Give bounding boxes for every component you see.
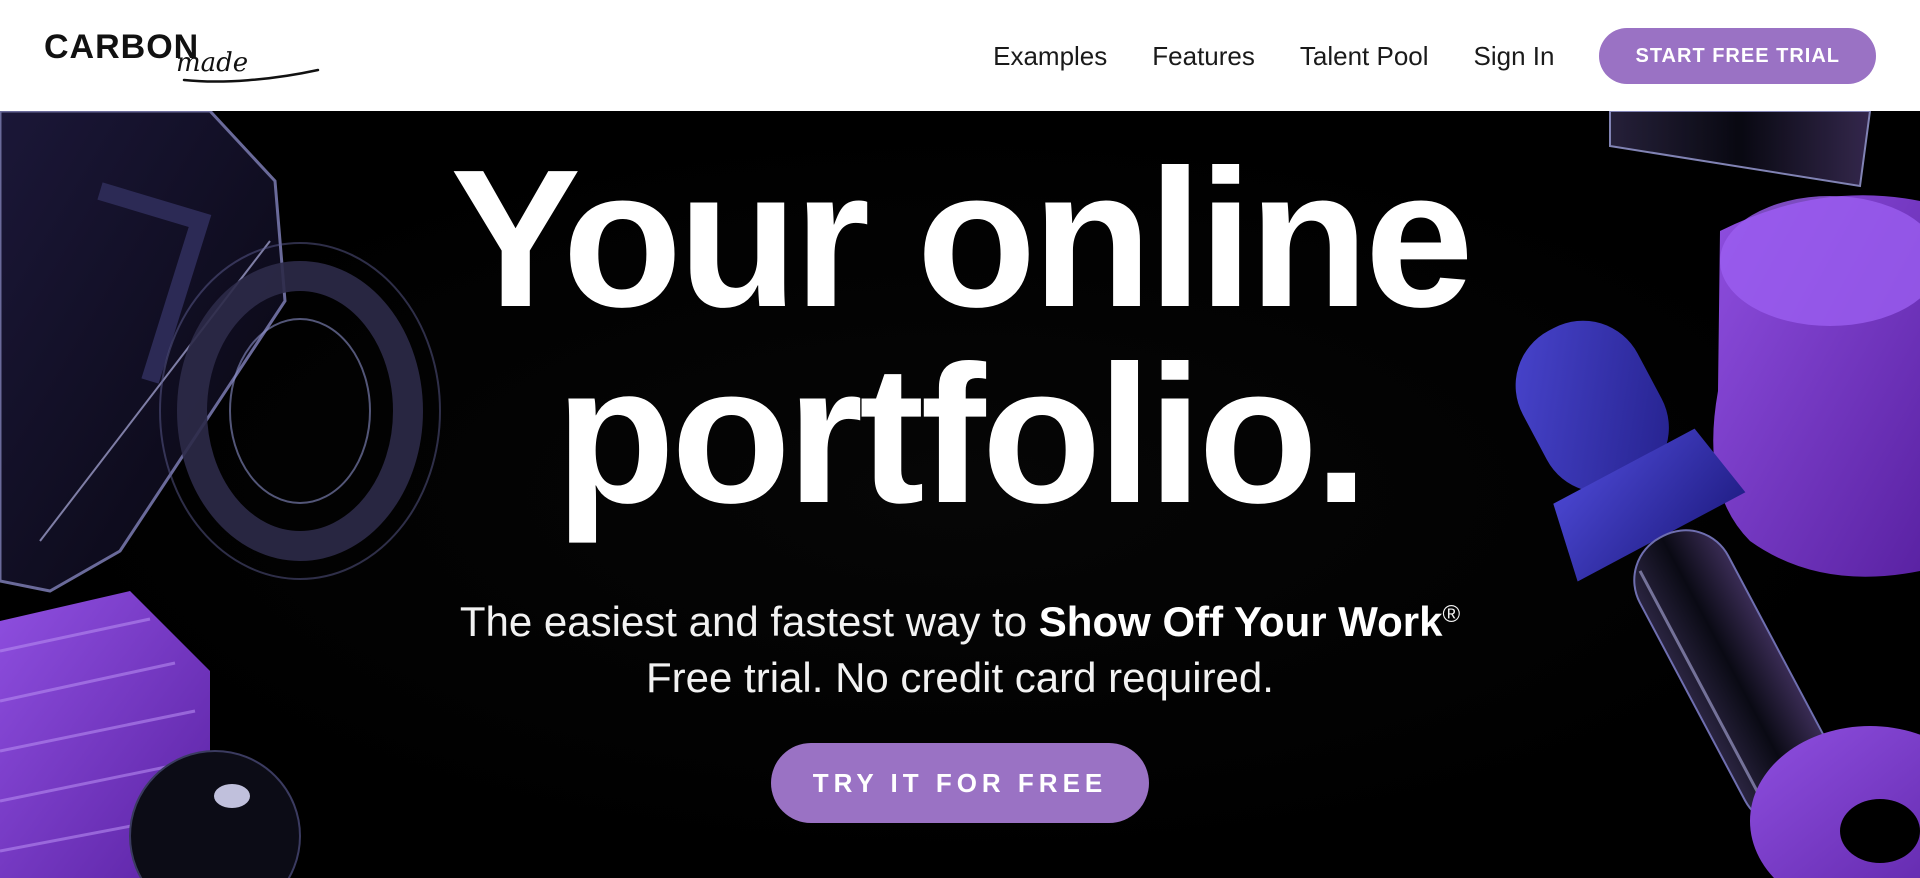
hero-section: Your online portfolio. The easiest and f… <box>0 111 1920 878</box>
headline-line-2: portfolio. <box>555 325 1368 544</box>
subline-row-1: The easiest and fastest way to Show Off … <box>0 587 1920 650</box>
main-nav: Examples Features Talent Pool Sign In ST… <box>993 28 1876 84</box>
hero-subline: The easiest and fastest way to Show Off … <box>0 587 1920 706</box>
nav-talent-pool[interactable]: Talent Pool <box>1300 41 1429 72</box>
registered-mark: ® <box>1442 601 1461 628</box>
site-header: CARBON made Examples Features Talent Poo… <box>0 0 1920 111</box>
start-free-trial-button[interactable]: START FREE TRIAL <box>1599 28 1876 84</box>
hero-headline: Your online portfolio. <box>0 141 1920 533</box>
try-it-for-free-button[interactable]: TRY IT FOR FREE <box>771 743 1149 823</box>
headline-line-1: Your online <box>450 129 1473 348</box>
subline-prefix: The easiest and fastest way to <box>459 598 1039 645</box>
logo-swash-icon <box>182 68 320 83</box>
nav-features[interactable]: Features <box>1152 41 1255 72</box>
subline-emphasis: Show Off Your Work <box>1038 598 1443 645</box>
subline-row-2: Free trial. No credit card required. <box>646 654 1274 701</box>
carbonmade-logo[interactable]: CARBON made <box>44 26 320 83</box>
nav-sign-in[interactable]: Sign In <box>1474 41 1555 72</box>
nav-examples[interactable]: Examples <box>993 41 1107 72</box>
